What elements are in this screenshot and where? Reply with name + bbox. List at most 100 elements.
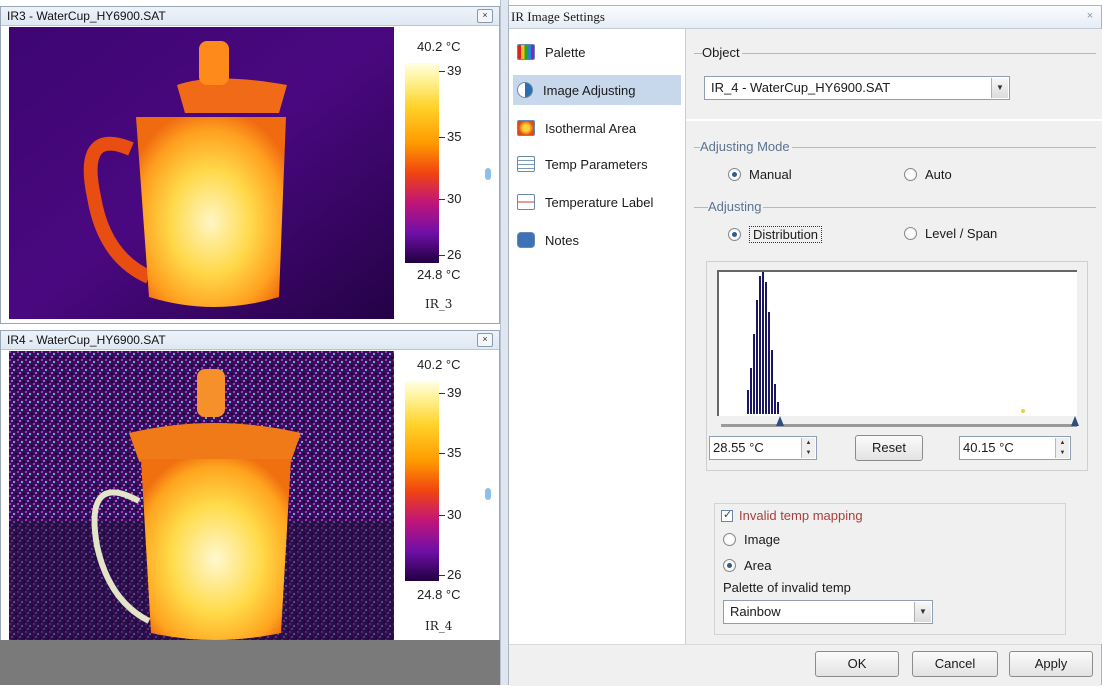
ir3-panel-title: IR3 - WaterCup_HY6900.SAT [1, 7, 499, 26]
nav-item-label: Isothermal Area [545, 120, 637, 136]
temperature-label-icon [517, 194, 535, 210]
nav-item-image-adjusting[interactable]: Image Adjusting [513, 75, 681, 105]
scale-tick [439, 199, 445, 200]
adjusting-mode-legend: Adjusting Mode [700, 139, 792, 154]
area-label: Area [744, 558, 772, 573]
ir3-temperature-scale: 40.2 °C 39 35 30 26 24.8 °C IR_3 [399, 27, 495, 319]
scale-tick [439, 575, 445, 576]
radio-icon [904, 227, 917, 240]
low-slider-handle[interactable] [776, 416, 784, 426]
scale-tick-label: 30 [447, 191, 462, 206]
splitter-grip[interactable] [485, 488, 491, 500]
ir4-close-button[interactable]: × [477, 333, 493, 347]
histogram-panel: 28.55 °C ▲ ▼ Reset 40.15 °C ▲ ▼ [706, 261, 1088, 471]
scale-tick [439, 71, 445, 72]
manual-radio[interactable]: Manual [728, 167, 792, 182]
chevron-down-icon[interactable]: ▼ [991, 78, 1008, 98]
radio-icon [723, 533, 736, 546]
area-radio[interactable]: Area [723, 558, 771, 573]
image-label: IR_4 [425, 619, 453, 633]
low-temp-input[interactable]: 28.55 °C ▲ ▼ [709, 436, 817, 460]
checkbox-checked-icon [721, 508, 733, 522]
ir4-panel: IR4 - WaterCup_HY6900.SAT × 40.2 °C 39 3… [0, 330, 500, 642]
settings-nav: Palette Image Adjusting Isothermal Area … [509, 29, 686, 644]
high-slider-handle[interactable] [1071, 416, 1079, 426]
distribution-radio[interactable]: Distribution [728, 226, 823, 243]
invalid-palette-select[interactable]: Rainbow ▼ [723, 600, 933, 624]
nav-item-temp-parameters[interactable]: Temp Parameters [513, 149, 681, 179]
divider [694, 53, 1096, 54]
nav-item-isothermal-area[interactable]: Isothermal Area [513, 113, 681, 143]
nav-item-label: Palette [545, 44, 586, 60]
reset-button[interactable]: Reset [855, 435, 923, 461]
adjusting-section: Adjusting Mode Manual Auto Adjusting Dis… [686, 121, 1102, 644]
auto-label: Auto [925, 167, 952, 182]
notes-icon [517, 232, 535, 248]
scale-tick [439, 453, 445, 454]
chevron-down-icon[interactable]: ▼ [914, 602, 931, 622]
object-section: Object IR_4 - WaterCup_HY6900.SAT ▼ [686, 29, 1102, 119]
nav-item-temperature-label[interactable]: Temperature Label [513, 187, 681, 217]
invalid-palette-value: Rainbow [730, 604, 781, 619]
scale-min-label: 24.8 °C [417, 587, 461, 602]
low-temp-value: 28.55 °C [713, 440, 764, 455]
auto-radio[interactable]: Auto [904, 167, 952, 182]
high-temp-value: 40.15 °C [963, 440, 1014, 455]
level-span-label: Level / Span [925, 226, 998, 241]
scale-min-label: 24.8 °C [417, 267, 461, 282]
image-label: IR_3 [425, 297, 453, 311]
spinner-arrows-icon[interactable]: ▲ ▼ [801, 438, 815, 458]
settings-content: Object IR_4 - WaterCup_HY6900.SAT ▼ Adju… [686, 29, 1102, 644]
radio-icon [904, 168, 917, 181]
object-select-value: IR_4 - WaterCup_HY6900.SAT [711, 80, 891, 95]
empty-workspace [0, 640, 504, 685]
ir4-temperature-scale: 40.2 °C 39 35 30 26 24.8 °C IR_4 [399, 351, 495, 641]
isothermal-icon [517, 120, 535, 136]
scale-tick-label: 39 [447, 63, 462, 78]
palette-of-invalid-temp-label: Palette of invalid temp [723, 580, 851, 595]
thermometer-icon [517, 156, 535, 172]
scale-tick-label: 39 [447, 385, 462, 400]
invalid-temp-mapping-group: Invalid temp mapping Image Area Palette … [714, 503, 1066, 635]
invalid-temp-mapping-checkbox[interactable]: Invalid temp mapping [721, 508, 863, 523]
cancel-button[interactable]: Cancel [912, 651, 998, 677]
nav-item-label: Temperature Label [545, 194, 654, 210]
nav-item-label: Notes [545, 232, 579, 248]
adjusting-legend: Adjusting [708, 199, 764, 214]
scale-tick [439, 137, 445, 138]
level-span-radio[interactable]: Level / Span [904, 226, 997, 241]
dialog-title: IR Image Settings [509, 6, 1101, 29]
scale-tick [439, 393, 445, 394]
ir-image-settings-dialog: IR Image Settings × Palette Image Adjust… [508, 5, 1102, 686]
ir3-thermal-image [9, 27, 394, 319]
spinner-arrows-icon[interactable]: ▲ ▼ [1055, 438, 1069, 458]
radio-selected-icon [723, 559, 736, 572]
scale-tick-label: 35 [447, 445, 462, 460]
high-temp-input[interactable]: 40.15 °C ▲ ▼ [959, 436, 1071, 460]
scale-tick [439, 515, 445, 516]
ok-button[interactable]: OK [815, 651, 899, 677]
distribution-label: Distribution [749, 226, 823, 243]
dialog-close-button[interactable]: × [1083, 10, 1097, 23]
palette-icon [517, 44, 535, 60]
scale-max-label: 40.2 °C [417, 357, 461, 372]
scale-tick-label: 30 [447, 507, 462, 522]
nav-item-label: Image Adjusting [543, 82, 636, 98]
manual-label: Manual [749, 167, 792, 182]
apply-button[interactable]: Apply [1009, 651, 1093, 677]
splitter-grip[interactable] [485, 168, 491, 180]
scale-tick-label: 35 [447, 129, 462, 144]
ir3-close-button[interactable]: × [477, 9, 493, 23]
invalid-temp-mapping-label: Invalid temp mapping [739, 508, 863, 523]
nav-item-palette[interactable]: Palette [513, 37, 681, 67]
radio-selected-icon [728, 228, 741, 241]
object-select[interactable]: IR_4 - WaterCup_HY6900.SAT ▼ [704, 76, 1010, 100]
contrast-icon [517, 82, 533, 98]
ir3-panel: IR3 - WaterCup_HY6900.SAT × 40.2 °C 39 3… [0, 6, 500, 324]
color-scale-bar [405, 63, 439, 263]
image-radio[interactable]: Image [723, 532, 780, 547]
temperature-histogram [717, 270, 1077, 416]
range-slider[interactable] [721, 424, 1077, 427]
nav-item-notes[interactable]: Notes [513, 225, 681, 255]
ir4-panel-title: IR4 - WaterCup_HY6900.SAT [1, 331, 499, 350]
